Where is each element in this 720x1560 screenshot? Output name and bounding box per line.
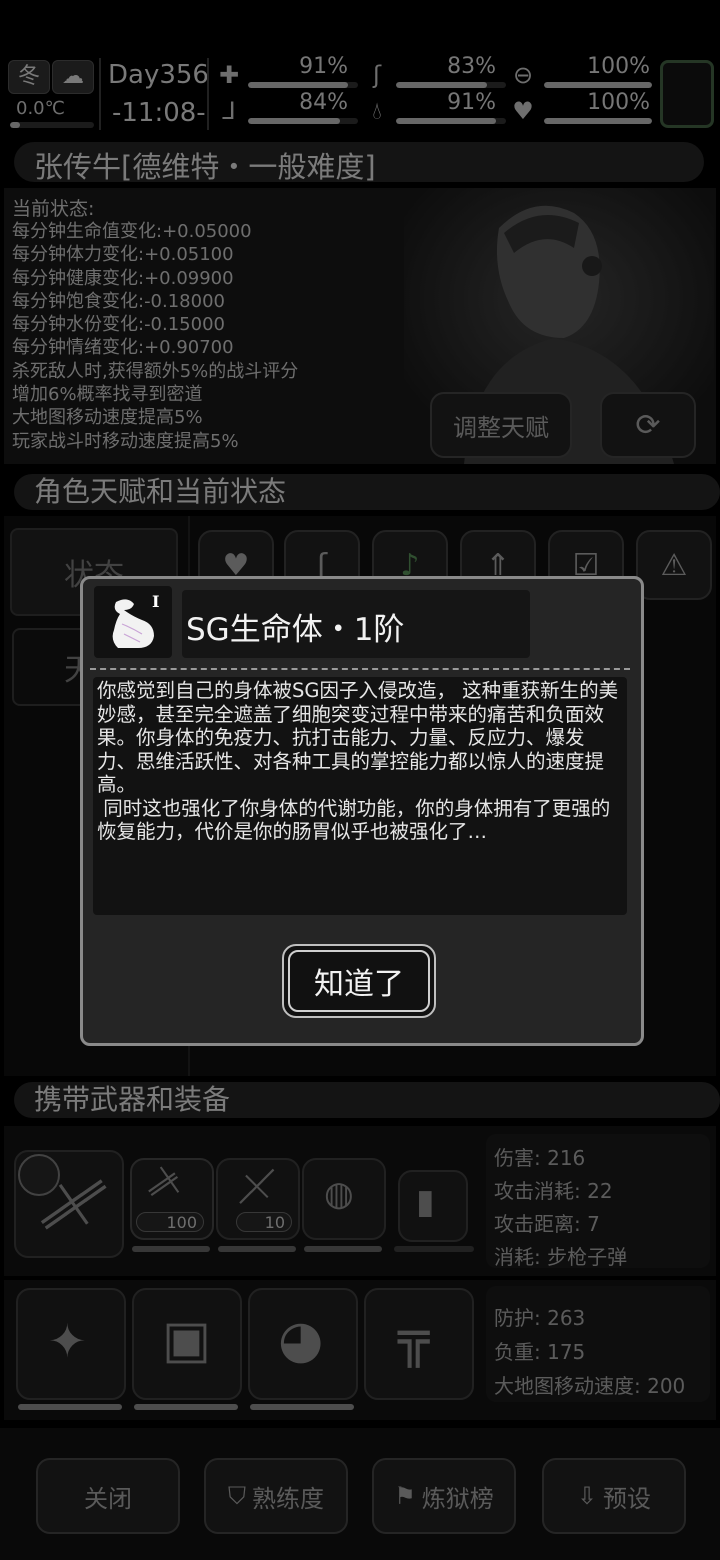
modal-description: 你感觉到自己的身体被SG因子入侵改造， 这种重获新生的美妙感，甚至完全遮盖了细胞… [93, 677, 627, 915]
modal-title: SG生命体・1阶 [186, 612, 405, 648]
talent-level-badge: I [152, 592, 160, 611]
talent-icon-box: I [94, 586, 172, 658]
modal-divider [90, 668, 630, 670]
ok-button[interactable]: 知道了 [282, 944, 436, 1018]
modal-title-box: SG生命体・1阶 [182, 590, 530, 658]
